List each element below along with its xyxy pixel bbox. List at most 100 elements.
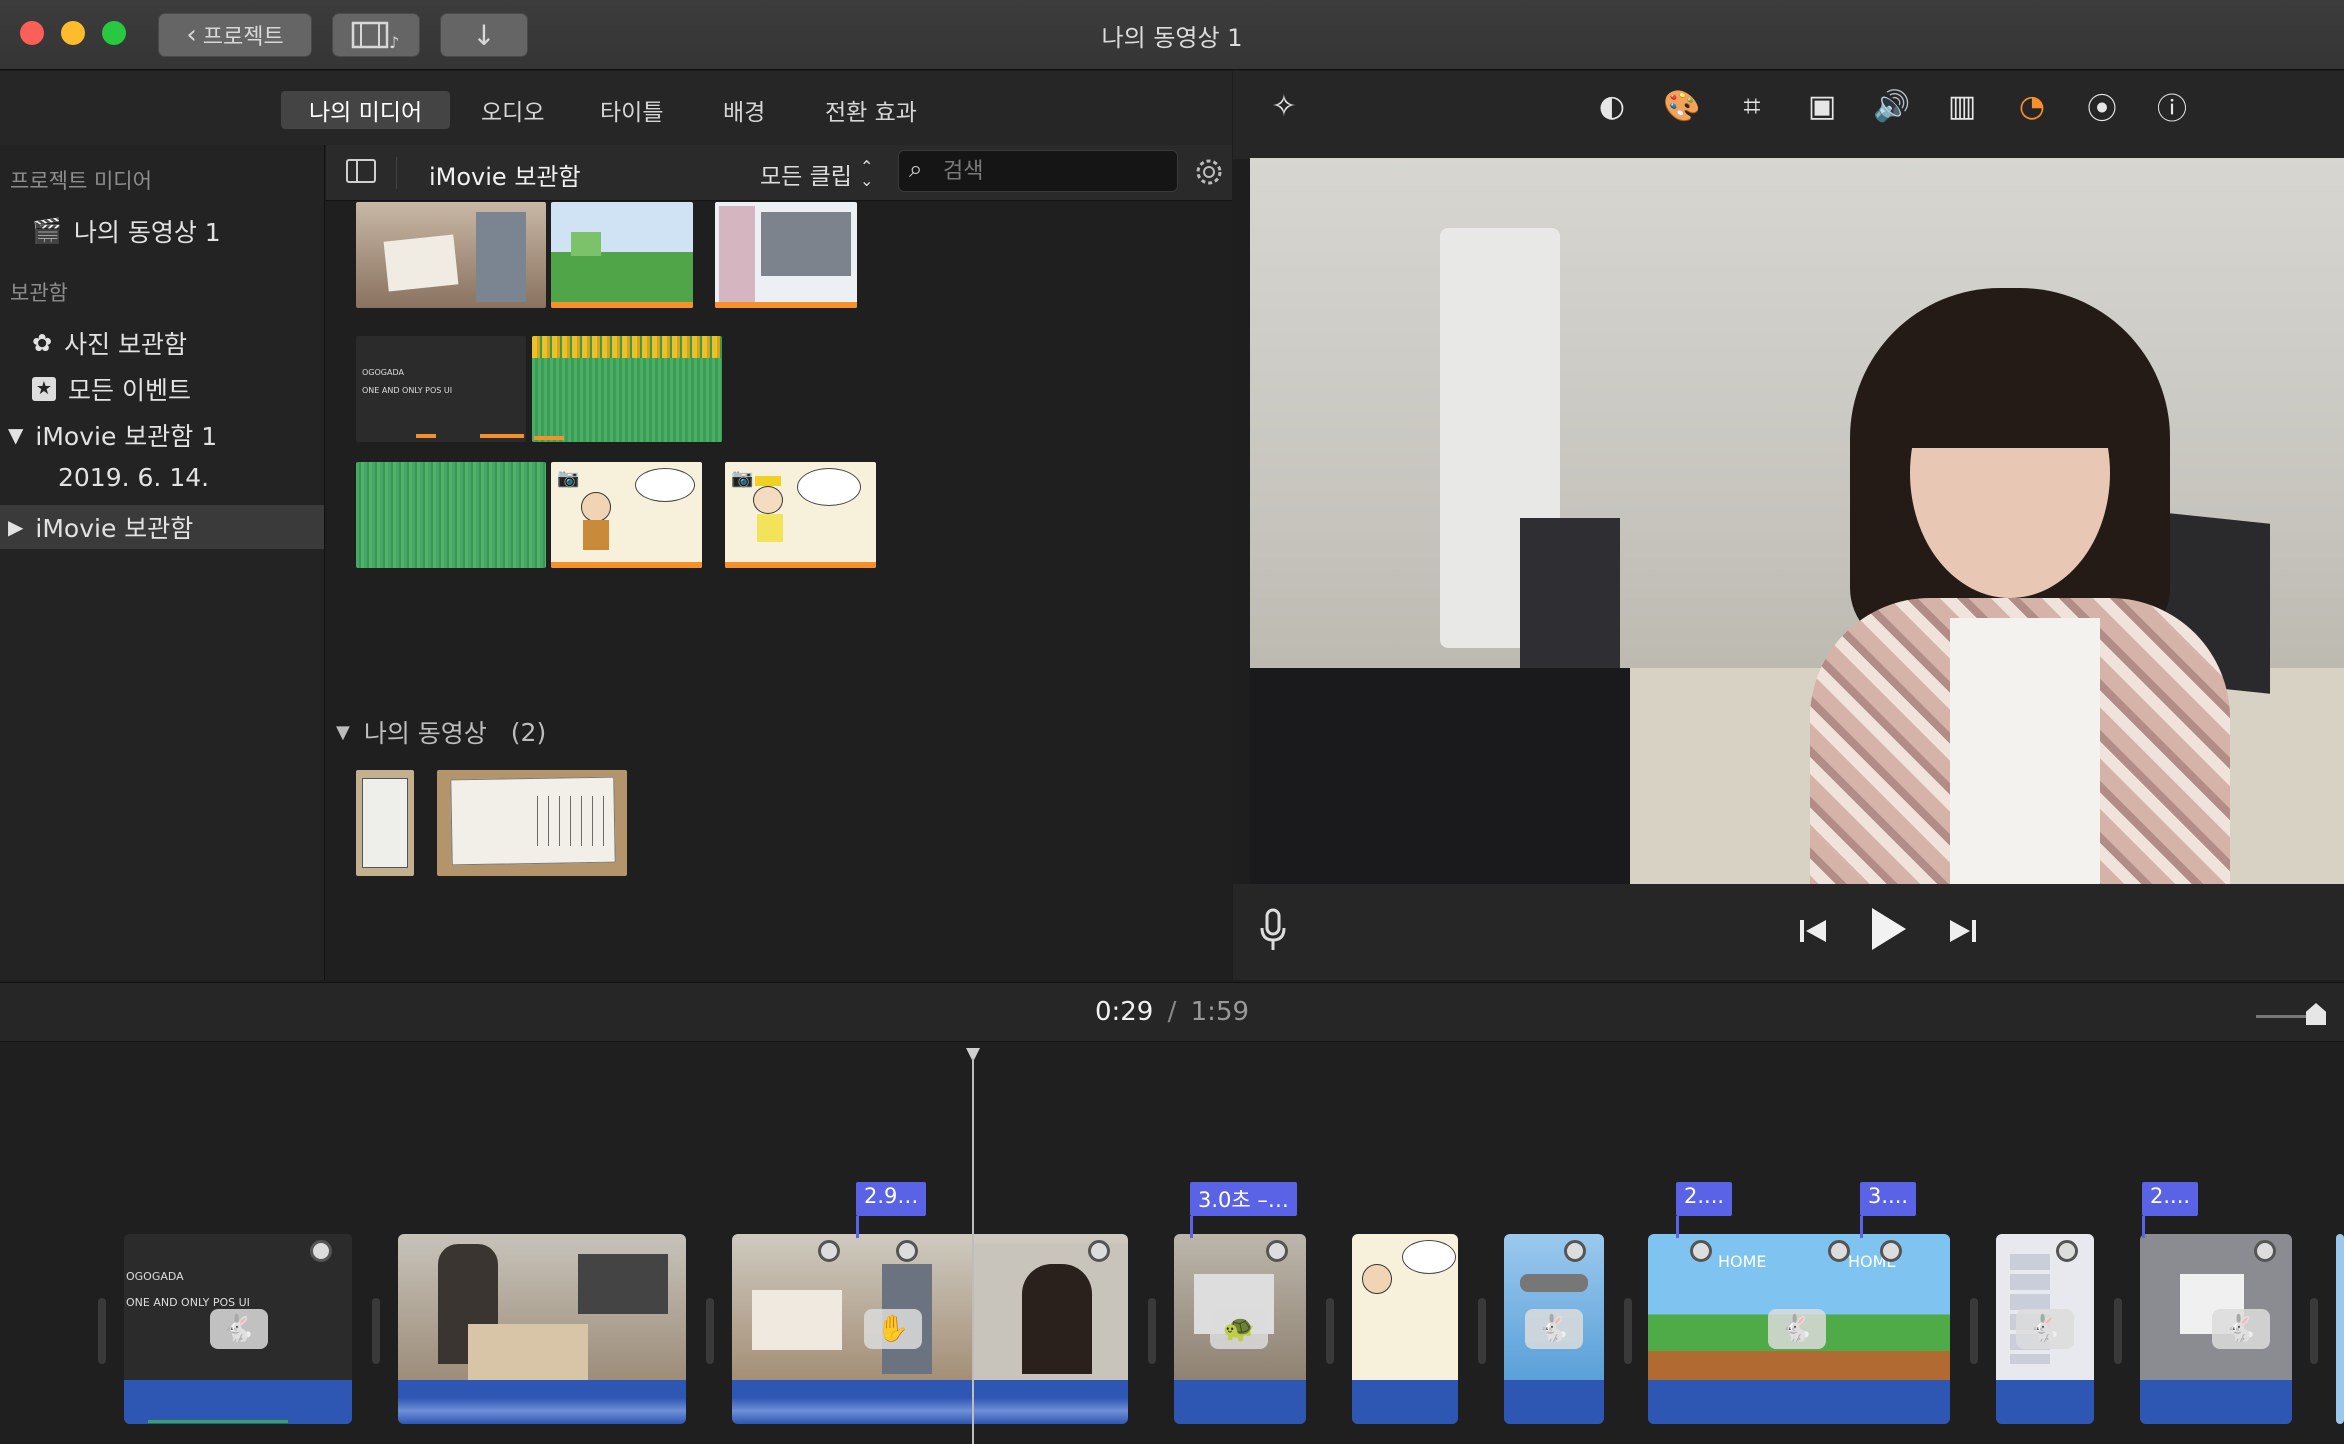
thumbnail-text: ONE AND ONLY POS UI: [362, 386, 453, 395]
browser-title: iMovie 보관함: [429, 163, 581, 191]
clip-speed-knob[interactable]: [1828, 1240, 1850, 1262]
audio-waveform-thumbnail[interactable]: [356, 462, 546, 568]
speed-tag[interactable]: 3.0초 –…: [1190, 1182, 1297, 1216]
equalizer-icon[interactable]: ▥: [1940, 84, 1984, 128]
clip-speed-knob[interactable]: [1880, 1240, 1902, 1262]
timeline-clip[interactable]: 🐢: [1174, 1234, 1306, 1424]
timeline-clip[interactable]: [1352, 1234, 1458, 1424]
photo-thumbnail[interactable]: 📷: [725, 462, 876, 568]
magic-wand-icon[interactable]: ✧: [1262, 84, 1306, 128]
clapperboard-icon: 🎬: [32, 217, 62, 245]
clip-gap-handle[interactable]: [2310, 1298, 2318, 1364]
speed-tag-pin: [1676, 1216, 1679, 1238]
rabbit-icon: 🐇: [1525, 1309, 1583, 1349]
filter-circles-icon[interactable]: ⦿: [2080, 84, 2124, 128]
media-thumbnail[interactable]: [715, 202, 857, 308]
play-button[interactable]: [1866, 904, 1910, 954]
thumbnail-text: OGOGADA: [362, 368, 404, 377]
clip-gap-handle[interactable]: [1478, 1298, 1486, 1364]
timeline-clip[interactable]: 🐇: [1504, 1234, 1604, 1424]
speed-tag[interactable]: 2.9…: [856, 1182, 927, 1216]
sidebar-item-photos-library[interactable]: ✿ 사진 보관함: [32, 325, 187, 361]
clip-gap-handle[interactable]: [1970, 1298, 1978, 1364]
disclosure-down-icon[interactable]: ▼: [336, 722, 350, 743]
tab-backgrounds[interactable]: 배경: [695, 91, 793, 129]
clip-gap-handle[interactable]: [1624, 1298, 1632, 1364]
clip-speed-knob[interactable]: [2056, 1240, 2078, 1262]
speed-tag[interactable]: 3....: [1860, 1182, 1917, 1216]
sidebar-item-library2[interactable]: ▶ iMovie 보관함: [0, 505, 324, 549]
clip-gap-handle[interactable]: [1326, 1298, 1334, 1364]
clip-audio: [1504, 1380, 1604, 1424]
sidebar-item-library1[interactable]: ▼ iMovie 보관함 1: [8, 417, 217, 453]
video-thumbnail[interactable]: [437, 770, 627, 876]
timeline-clip[interactable]: 🐇: [1996, 1234, 2094, 1424]
clip-gap-handle[interactable]: [1148, 1298, 1156, 1364]
skip-back-icon[interactable]: [1796, 914, 1832, 948]
clip-speed-knob[interactable]: [1088, 1240, 1110, 1262]
clip-speed-knob[interactable]: [896, 1240, 918, 1262]
clip-audio: [1352, 1380, 1458, 1424]
clip-speed-knob[interactable]: [2254, 1240, 2276, 1262]
photo-thumbnail[interactable]: 📷: [551, 462, 702, 568]
video-thumbnail[interactable]: [356, 770, 414, 876]
gear-icon[interactable]: [1192, 155, 1226, 189]
clip-text: OGOGADA: [126, 1270, 184, 1283]
crop-icon[interactable]: ⌗: [1730, 84, 1774, 128]
audio-waveform-thumbnail[interactable]: [532, 336, 722, 442]
clip-speed-knob[interactable]: [1564, 1240, 1586, 1262]
timeline-clip[interactable]: OGOGADA ONE AND ONLY POS UI 🐇: [124, 1234, 352, 1424]
clip-gap-handle[interactable]: [2114, 1298, 2122, 1364]
stabilization-camera-icon[interactable]: ▣: [1800, 84, 1844, 128]
library-sidebar: 프로젝트 미디어 🎬 나의 동영상 1 보관함 ✿ 사진 보관함 ★ 모든 이벤…: [0, 145, 325, 980]
playhead[interactable]: [972, 1058, 974, 1444]
color-balance-icon[interactable]: ◐: [1590, 84, 1634, 128]
clip-speed-knob[interactable]: [1690, 1240, 1712, 1262]
volume-icon[interactable]: 🔊: [1870, 84, 1914, 128]
clip-speed-knob[interactable]: [818, 1240, 840, 1262]
background-audio-track[interactable]: [148, 1420, 288, 1444]
sidebar-item-all-events[interactable]: ★ 모든 이벤트: [32, 371, 191, 407]
clip-gap-handle[interactable]: [706, 1298, 714, 1364]
sidebar-item-event-date[interactable]: 2019. 6. 14.: [58, 463, 209, 492]
section-label: 나의 동영상: [363, 719, 487, 748]
sidebar-item-library1-label: iMovie 보관함 1: [35, 422, 218, 451]
disclosure-right-icon[interactable]: ▶: [8, 515, 23, 539]
skip-forward-icon[interactable]: [1944, 914, 1980, 948]
media-thumbnail[interactable]: [551, 202, 693, 308]
microphone-icon[interactable]: [1258, 908, 1288, 952]
media-thumbnail[interactable]: OGOGADA ONE AND ONLY POS UI: [356, 336, 526, 442]
timeline-clip[interactable]: [398, 1234, 686, 1424]
search-field[interactable]: ⌕: [898, 150, 1178, 192]
timeline-clip[interactable]: ✋: [732, 1234, 1128, 1424]
tab-audio[interactable]: 오디오: [453, 91, 572, 129]
timeline-clip[interactable]: [2336, 1234, 2344, 1424]
clip-text: HOME: [1718, 1252, 1767, 1271]
clip-gap-handle[interactable]: [98, 1298, 106, 1364]
speed-tag[interactable]: 2....: [2142, 1182, 2199, 1216]
timeline-clip[interactable]: HOME HOME 🐇: [1648, 1234, 1950, 1424]
tab-transitions[interactable]: 전환 효과: [797, 91, 945, 129]
tab-my-media[interactable]: 나의 미디어: [281, 91, 451, 129]
clip-filter-select[interactable]: 모든 클립 ⌃ ⌄: [760, 157, 873, 191]
video-viewer[interactable]: [1250, 158, 2344, 884]
tab-titles[interactable]: 타이틀: [572, 91, 691, 129]
clip-audio: [732, 1380, 1128, 1424]
clip-audio: [1174, 1380, 1306, 1424]
sidebar-toggle-icon[interactable]: [346, 159, 376, 183]
photos-flower-icon: ✿: [32, 329, 53, 357]
clip-speed-knob[interactable]: [310, 1240, 332, 1262]
speed-tag-pin: [2142, 1216, 2145, 1238]
color-palette-icon[interactable]: 🎨: [1660, 84, 1704, 128]
clip-speed-knob[interactable]: [1266, 1240, 1288, 1262]
sidebar-item-project[interactable]: 🎬 나의 동영상 1: [32, 213, 221, 249]
timeline-clip[interactable]: 🐇: [2140, 1234, 2292, 1424]
clip-gap-handle[interactable]: [372, 1298, 380, 1364]
search-input[interactable]: [943, 157, 1163, 185]
speed-gauge-icon[interactable]: ◔: [2010, 84, 2054, 128]
media-thumbnail[interactable]: [356, 202, 546, 308]
info-icon[interactable]: ⓘ: [2150, 84, 2194, 128]
speed-tag[interactable]: 2....: [1676, 1182, 1733, 1216]
my-videos-section[interactable]: ▼ 나의 동영상 (2): [336, 714, 546, 750]
disclosure-down-icon[interactable]: ▼: [8, 423, 23, 447]
